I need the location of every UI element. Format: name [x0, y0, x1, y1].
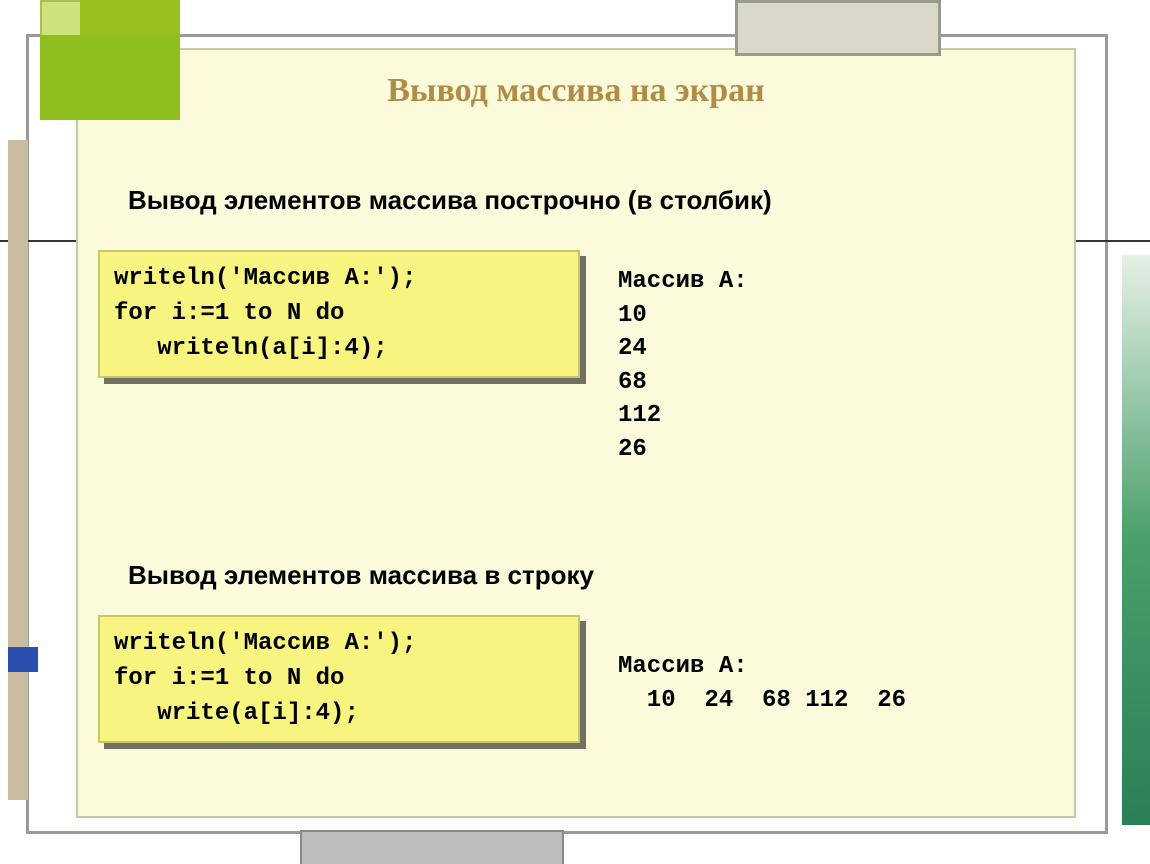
deco-rect-gray-top	[735, 0, 941, 56]
slide-title: Вывод массива на экран	[78, 72, 1074, 110]
section2-heading: Вывод элементов массива в строку	[128, 560, 594, 591]
deco-rect-green-main	[40, 35, 180, 120]
deco-square-light-green	[40, 0, 84, 39]
section1-heading: Вывод элементов массива построчно (в сто…	[128, 185, 772, 216]
output-row: Массив A: 10 24 68 112 26	[618, 650, 906, 717]
deco-strip-brown	[8, 140, 28, 800]
slide-body: Вывод массива на экран Вывод элементов м…	[76, 48, 1076, 818]
slide-stage: Вывод массива на экран Вывод элементов м…	[0, 0, 1150, 864]
deco-rect-gray-bottom	[300, 830, 564, 864]
deco-square-blue	[8, 647, 38, 672]
code-block-row: writeln('Массив A:'); for i:=1 to N do w…	[98, 615, 580, 743]
output-column: Массив A: 10 24 68 112 26	[618, 265, 748, 467]
deco-strip-green	[1122, 255, 1150, 825]
code-block-column: writeln('Массив A:'); for i:=1 to N do w…	[98, 250, 580, 378]
deco-rect-green-top	[80, 0, 180, 35]
